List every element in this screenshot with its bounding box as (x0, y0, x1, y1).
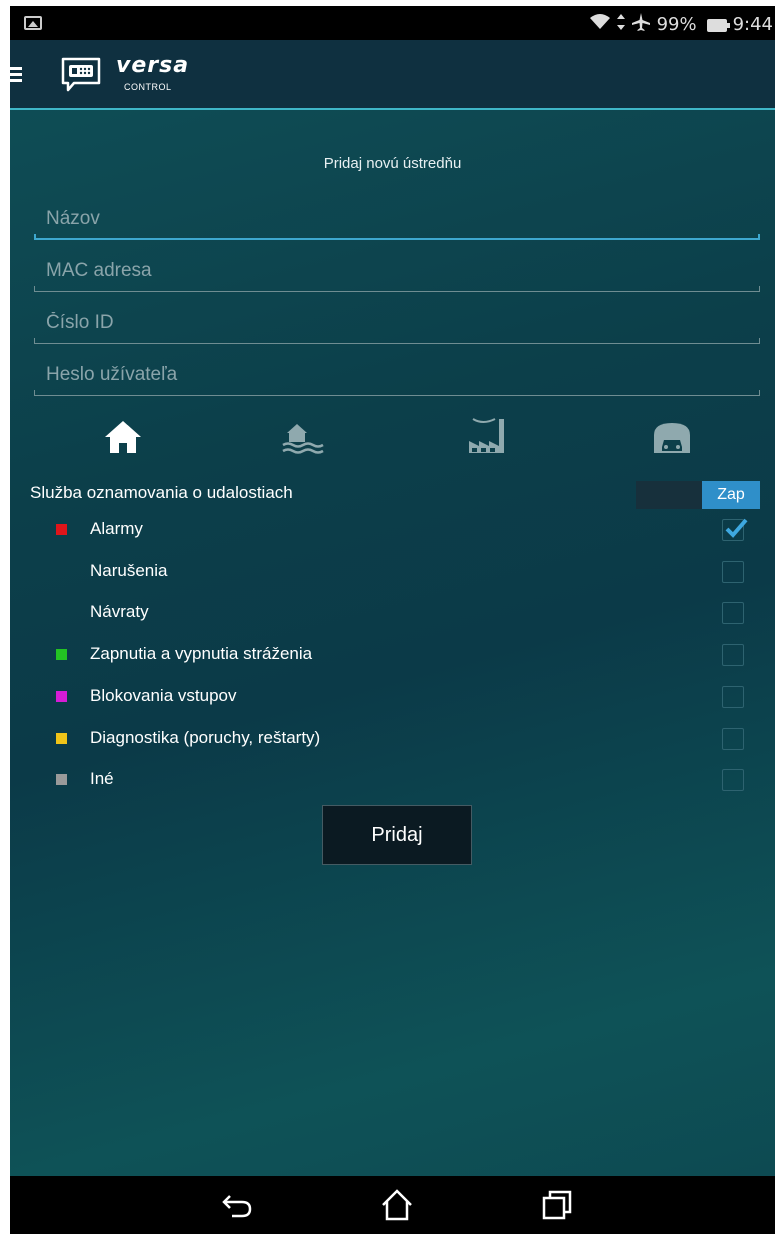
event-row-diagnostics: Diagnostika (poruchy, reštarty) (30, 723, 760, 755)
device-frame: 99% 9:44 versa CONTROL Pridaj novú ústre… (10, 6, 775, 1234)
toggle-on-label: Zap (702, 481, 760, 509)
name-field[interactable] (34, 200, 760, 238)
event-row-returns: Návraty (30, 597, 760, 629)
id-number-field[interactable] (34, 304, 760, 342)
battery-icon (706, 18, 730, 32)
notification-service-toggle[interactable]: Zap (636, 481, 760, 509)
input-blocking-checkbox[interactable] (722, 686, 744, 708)
back-icon[interactable] (220, 1188, 254, 1222)
event-row-alarms: Alarmy (30, 514, 760, 546)
user-password-field[interactable] (34, 356, 760, 394)
red-swatch (56, 524, 67, 535)
event-label: Alarmy (90, 519, 143, 538)
recent-apps-icon[interactable] (540, 1188, 574, 1222)
gray-swatch (56, 774, 67, 785)
event-row-arming: Zapnutia a vypnutia stráženia (30, 639, 760, 671)
event-label: Blokovania vstupov (90, 686, 237, 705)
name-field-wrapper (34, 200, 760, 240)
intrusions-checkbox[interactable] (722, 561, 744, 583)
page-title: Pridaj novú ústredňu (323, 155, 462, 172)
versa-logo-icon (60, 56, 102, 96)
battery-percent: 99% (656, 14, 697, 35)
garage-icon[interactable] (650, 415, 694, 459)
event-label: Návraty (90, 602, 149, 621)
arming-checkbox[interactable] (722, 644, 744, 666)
wifi-icon (589, 13, 611, 37)
clock-time: 9:44 (732, 14, 773, 35)
data-arrows-icon (616, 14, 625, 36)
app-screen: versa CONTROL Pridaj novú ústredňu Názov… (10, 40, 775, 1176)
mac-address-field[interactable] (34, 252, 760, 290)
home-nav-icon[interactable] (380, 1188, 414, 1222)
other-checkbox[interactable] (722, 769, 744, 791)
event-row-other: Iné (30, 764, 760, 796)
magenta-swatch (56, 691, 67, 702)
logo-wordmark: versa (116, 53, 190, 78)
notification-service-row: Služba oznamovania o udalostiach Zap (30, 481, 760, 509)
id-number-field-wrapper (34, 304, 760, 344)
home-icon[interactable] (101, 415, 145, 459)
app-bar: versa CONTROL (10, 40, 775, 110)
add-button[interactable]: Pridaj (322, 805, 472, 865)
notification-service-label: Služba oznamovania o udalostiach (30, 483, 293, 502)
diagnostics-checkbox[interactable] (722, 728, 744, 750)
status-bar: 99% 9:44 (10, 6, 775, 40)
event-row-input-blocking: Blokovania vstupov (30, 681, 760, 713)
logo-subtext: CONTROL (124, 82, 172, 92)
event-label: Iné (90, 769, 114, 788)
alarms-checkbox[interactable] (722, 518, 748, 541)
navigation-bar (10, 1176, 775, 1234)
image-icon (24, 16, 42, 30)
object-type-selector (10, 415, 775, 465)
event-row-intrusions: Narušenia (30, 556, 760, 588)
event-label: Diagnostika (poruchy, reštarty) (90, 728, 321, 747)
factory-icon[interactable] (465, 415, 509, 459)
mac-address-field-wrapper (34, 252, 760, 292)
user-password-field-wrapper (34, 356, 760, 396)
lake-house-icon[interactable] (280, 415, 324, 459)
menu-icon[interactable] (10, 67, 22, 82)
yellow-swatch (56, 733, 67, 744)
event-label: Zapnutia a vypnutia stráženia (90, 644, 313, 663)
event-label: Narušenia (90, 561, 168, 580)
green-swatch (56, 649, 67, 660)
airplane-icon (631, 12, 651, 38)
returns-checkbox[interactable] (722, 602, 744, 624)
